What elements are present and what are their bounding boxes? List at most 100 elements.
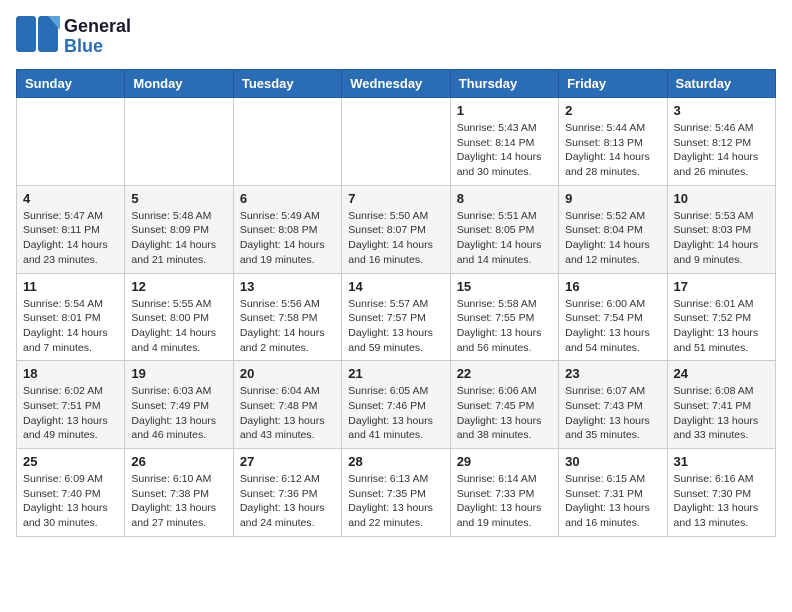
logo: GeneralBlue [16, 16, 131, 57]
calendar-cell: 4 Sunrise: 5:47 AM Sunset: 8:11 PM Daylig… [17, 185, 125, 273]
day-number: 17 [674, 279, 769, 294]
weekday-header-monday: Monday [125, 70, 233, 98]
day-number: 2 [565, 103, 660, 118]
day-info: Sunrise: 6:00 AM Sunset: 7:54 PM Dayligh… [565, 297, 660, 356]
day-number: 26 [131, 454, 226, 469]
logo-name: GeneralBlue [64, 17, 131, 57]
calendar-week-row: 18 Sunrise: 6:02 AM Sunset: 7:51 PM Dayli… [17, 361, 776, 449]
calendar-cell: 15 Sunrise: 5:58 AM Sunset: 7:55 PM Dayli… [450, 273, 558, 361]
calendar-cell: 1 Sunrise: 5:43 AM Sunset: 8:14 PM Daylig… [450, 98, 558, 186]
calendar-cell: 17Sunrise: 6:01 AM Sunset: 7:52 PM Dayli… [667, 273, 775, 361]
day-number: 4 [23, 191, 118, 206]
day-number: 24 [674, 366, 769, 381]
day-info: Sunrise: 5:57 AM Sunset: 7:57 PM Dayligh… [348, 297, 443, 356]
day-info: Sunrise: 5:51 AM Sunset: 8:05 PM Dayligh… [457, 209, 552, 268]
day-info: Sunrise: 6:14 AM Sunset: 7:33 PM Dayligh… [457, 472, 552, 531]
day-info: Sunrise: 5:58 AM Sunset: 7:55 PM Dayligh… [457, 297, 552, 356]
calendar-cell: 11 Sunrise: 5:54 AM Sunset: 8:01 PM Dayli… [17, 273, 125, 361]
day-info: Sunrise: 6:06 AM Sunset: 7:45 PM Dayligh… [457, 384, 552, 443]
calendar-cell: 14 Sunrise: 5:57 AM Sunset: 7:57 PM Dayli… [342, 273, 450, 361]
calendar-week-row: 4 Sunrise: 5:47 AM Sunset: 8:11 PM Daylig… [17, 185, 776, 273]
day-info: Sunrise: 5:53 AM Sunset: 8:03 PM Dayligh… [674, 209, 769, 268]
day-number: 1 [457, 103, 552, 118]
day-number: 9 [565, 191, 660, 206]
calendar-cell: 6 Sunrise: 5:49 AM Sunset: 8:08 PM Daylig… [233, 185, 341, 273]
day-number: 20 [240, 366, 335, 381]
day-number: 8 [457, 191, 552, 206]
weekday-header-tuesday: Tuesday [233, 70, 341, 98]
day-number: 29 [457, 454, 552, 469]
header: GeneralBlue [16, 16, 776, 57]
weekday-header-row: SundayMondayTuesdayWednesdayThursdayFrid… [17, 70, 776, 98]
day-number: 21 [348, 366, 443, 381]
day-info: Sunrise: 6:12 AM Sunset: 7:36 PM Dayligh… [240, 472, 335, 531]
calendar-cell: 18 Sunrise: 6:02 AM Sunset: 7:51 PM Dayli… [17, 361, 125, 449]
calendar-cell [233, 98, 341, 186]
day-number: 6 [240, 191, 335, 206]
calendar-cell: 8 Sunrise: 5:51 AM Sunset: 8:05 PM Daylig… [450, 185, 558, 273]
day-info: Sunrise: 6:15 AM Sunset: 7:31 PM Dayligh… [565, 472, 660, 531]
day-number: 18 [23, 366, 118, 381]
calendar-week-row: 11 Sunrise: 5:54 AM Sunset: 8:01 PM Dayli… [17, 273, 776, 361]
weekday-header-wednesday: Wednesday [342, 70, 450, 98]
day-number: 13 [240, 279, 335, 294]
day-number: 25 [23, 454, 118, 469]
day-number: 5 [131, 191, 226, 206]
day-info: Sunrise: 6:03 AM Sunset: 7:49 PM Dayligh… [131, 384, 226, 443]
day-number: 28 [348, 454, 443, 469]
day-number: 3 [674, 103, 769, 118]
day-number: 27 [240, 454, 335, 469]
day-info: Sunrise: 6:09 AM Sunset: 7:40 PM Dayligh… [23, 472, 118, 531]
calendar-week-row: 1 Sunrise: 5:43 AM Sunset: 8:14 PM Daylig… [17, 98, 776, 186]
day-info: Sunrise: 5:56 AM Sunset: 7:58 PM Dayligh… [240, 297, 335, 356]
calendar-cell: 5 Sunrise: 5:48 AM Sunset: 8:09 PM Daylig… [125, 185, 233, 273]
day-info: Sunrise: 5:43 AM Sunset: 8:14 PM Dayligh… [457, 121, 552, 180]
day-number: 16 [565, 279, 660, 294]
day-info: Sunrise: 5:52 AM Sunset: 8:04 PM Dayligh… [565, 209, 660, 268]
calendar-cell: 12Sunrise: 5:55 AM Sunset: 8:00 PM Dayli… [125, 273, 233, 361]
calendar-week-row: 25 Sunrise: 6:09 AM Sunset: 7:40 PM Dayli… [17, 449, 776, 537]
day-number: 31 [674, 454, 769, 469]
day-info: Sunrise: 5:50 AM Sunset: 8:07 PM Dayligh… [348, 209, 443, 268]
calendar-cell [125, 98, 233, 186]
day-info: Sunrise: 5:49 AM Sunset: 8:08 PM Dayligh… [240, 209, 335, 268]
weekday-header-thursday: Thursday [450, 70, 558, 98]
calendar-cell: 30 Sunrise: 6:15 AM Sunset: 7:31 PM Dayli… [559, 449, 667, 537]
weekday-header-saturday: Saturday [667, 70, 775, 98]
calendar-cell: 13 Sunrise: 5:56 AM Sunset: 7:58 PM Dayli… [233, 273, 341, 361]
calendar-cell: 29 Sunrise: 6:14 AM Sunset: 7:33 PM Dayli… [450, 449, 558, 537]
day-info: Sunrise: 6:07 AM Sunset: 7:43 PM Dayligh… [565, 384, 660, 443]
day-number: 23 [565, 366, 660, 381]
calendar-cell: 25 Sunrise: 6:09 AM Sunset: 7:40 PM Dayli… [17, 449, 125, 537]
day-info: Sunrise: 5:48 AM Sunset: 8:09 PM Dayligh… [131, 209, 226, 268]
day-number: 15 [457, 279, 552, 294]
calendar-cell: 7Sunrise: 5:50 AM Sunset: 8:07 PM Daylig… [342, 185, 450, 273]
calendar-cell: 19 Sunrise: 6:03 AM Sunset: 7:49 PM Dayli… [125, 361, 233, 449]
day-info: Sunrise: 5:46 AM Sunset: 8:12 PM Dayligh… [674, 121, 769, 180]
logo-icon [16, 16, 60, 57]
calendar-cell: 9 Sunrise: 5:52 AM Sunset: 8:04 PM Daylig… [559, 185, 667, 273]
day-info: Sunrise: 5:54 AM Sunset: 8:01 PM Dayligh… [23, 297, 118, 356]
day-number: 12 [131, 279, 226, 294]
day-number: 11 [23, 279, 118, 294]
day-info: Sunrise: 6:13 AM Sunset: 7:35 PM Dayligh… [348, 472, 443, 531]
calendar-cell: 26 Sunrise: 6:10 AM Sunset: 7:38 PM Dayli… [125, 449, 233, 537]
weekday-header-sunday: Sunday [17, 70, 125, 98]
weekday-header-friday: Friday [559, 70, 667, 98]
day-number: 22 [457, 366, 552, 381]
day-info: Sunrise: 6:02 AM Sunset: 7:51 PM Dayligh… [23, 384, 118, 443]
calendar-cell: 16 Sunrise: 6:00 AM Sunset: 7:54 PM Dayli… [559, 273, 667, 361]
calendar-cell: 20Sunrise: 6:04 AM Sunset: 7:48 PM Dayli… [233, 361, 341, 449]
day-info: Sunrise: 6:10 AM Sunset: 7:38 PM Dayligh… [131, 472, 226, 531]
calendar-cell: 3 Sunrise: 5:46 AM Sunset: 8:12 PM Daylig… [667, 98, 775, 186]
day-info: Sunrise: 5:44 AM Sunset: 8:13 PM Dayligh… [565, 121, 660, 180]
calendar-cell: 27 Sunrise: 6:12 AM Sunset: 7:36 PM Dayli… [233, 449, 341, 537]
day-number: 14 [348, 279, 443, 294]
day-number: 30 [565, 454, 660, 469]
day-info: Sunrise: 6:08 AM Sunset: 7:41 PM Dayligh… [674, 384, 769, 443]
day-number: 19 [131, 366, 226, 381]
calendar-cell: 2 Sunrise: 5:44 AM Sunset: 8:13 PM Daylig… [559, 98, 667, 186]
day-info: Sunrise: 5:47 AM Sunset: 8:11 PM Dayligh… [23, 209, 118, 268]
calendar: SundayMondayTuesdayWednesdayThursdayFrid… [16, 69, 776, 537]
calendar-cell: 31Sunrise: 6:16 AM Sunset: 7:30 PM Dayli… [667, 449, 775, 537]
